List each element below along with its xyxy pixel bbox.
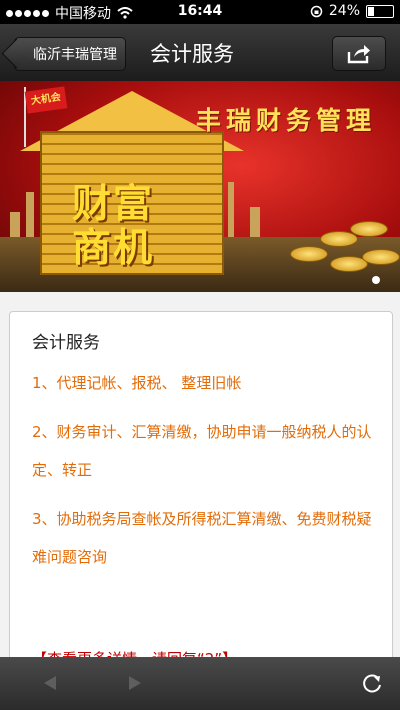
- battery-percent: 24%: [328, 3, 360, 19]
- status-right: 24%: [310, 3, 394, 19]
- service-item: 2、财务审计、汇算清缴，协助申请一般纳税人的认定、转正: [32, 423, 372, 479]
- content-card: 会计服务 1、代理记帐、报税、 整理旧帐 2、财务审计、汇算清缴，协助申请一般纳…: [9, 311, 393, 663]
- service-item: 3、协助税务局查帐及所得税汇算清缴、免费财税疑难问题咨询: [32, 510, 372, 566]
- back-nav-button[interactable]: [38, 671, 62, 695]
- banner-big-text: 财富商机: [72, 182, 155, 271]
- rotation-lock-icon: [310, 5, 323, 17]
- back-button-label: 临沂丰瑞管理: [33, 47, 117, 63]
- gold-coin: [290, 246, 328, 262]
- triangle-left-icon: [44, 676, 56, 690]
- content-heading: 会计服务: [32, 333, 100, 353]
- status-bar: 中国移动 16:44 24%: [0, 0, 400, 24]
- share-icon: [347, 44, 370, 63]
- carousel-indicator[interactable]: [372, 276, 380, 284]
- banner-slogan: 丰瑞财务管理: [196, 106, 377, 135]
- gold-coin: [362, 249, 400, 265]
- forward-nav-button[interactable]: [123, 671, 147, 695]
- refresh-button[interactable]: [360, 671, 384, 695]
- page-title: 会计服务: [150, 42, 234, 66]
- service-item: 1、代理记帐、报税、 整理旧帐: [32, 374, 242, 392]
- battery-icon: [366, 4, 394, 18]
- banner-image[interactable]: 大机会 财富商机 丰瑞财务管理: [0, 81, 400, 292]
- gold-coin: [350, 221, 388, 237]
- share-button[interactable]: [332, 36, 386, 71]
- navigation-bar: 临沂丰瑞管理 会计服务: [0, 24, 400, 81]
- back-button[interactable]: 临沂丰瑞管理: [14, 37, 126, 71]
- triangle-right-icon: [129, 676, 141, 690]
- refresh-icon: [363, 674, 381, 693]
- browser-toolbar: [0, 657, 400, 710]
